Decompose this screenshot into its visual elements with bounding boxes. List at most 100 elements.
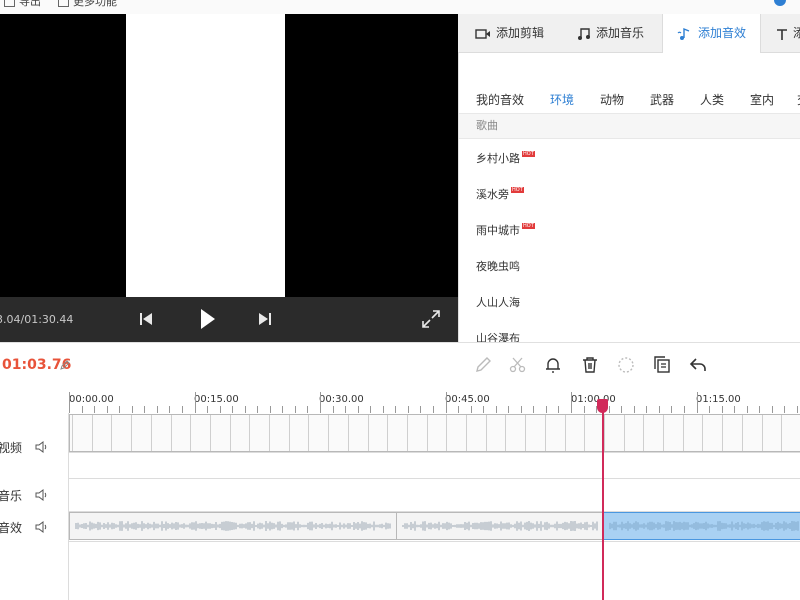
video-volume-button[interactable] [35,441,49,456]
ruler-tick [269,406,271,413]
video-track[interactable] [69,413,800,453]
time-ruler[interactable]: 00:00.00 00:15.00 00:30.00 00:45.00 01:0… [0,388,800,414]
undo-button[interactable] [689,356,707,377]
sound-effect-icon [677,27,690,40]
category-environment[interactable]: 环境 [550,91,574,108]
ruler-tick [709,406,711,413]
speaker-icon [35,441,47,453]
edit-time-button[interactable] [60,359,70,373]
ruler-tick [646,406,648,413]
category-human[interactable]: 人类 [700,91,724,108]
timeline-tracks[interactable] [69,413,800,600]
previous-frame-button[interactable] [139,311,153,330]
thumbnail-divider [426,415,428,451]
thumbnail-divider [131,415,133,451]
ruler-tick [508,406,510,413]
ruler-tick [81,406,83,413]
thumbnail-divider [367,415,369,451]
play-button[interactable] [199,308,217,333]
tab-add-music[interactable]: 添加音乐 [577,14,644,52]
sfx-clip[interactable] [69,512,397,540]
ruler-tick [106,406,108,413]
sfx-track[interactable] [69,511,800,542]
ruler-tick [671,406,673,413]
ruler-tick [558,406,560,413]
cut-button[interactable] [509,356,527,377]
list-item[interactable]: 雨中城市 HOT [476,222,535,238]
sfx-clip[interactable] [396,512,604,540]
ruler-tick [181,406,183,413]
marker-button[interactable] [544,356,562,377]
ruler-label: 00:30.00 [319,394,364,405]
thumbnail-divider [643,415,645,451]
category-animals[interactable]: 动物 [600,91,624,108]
thumbnail-divider [485,415,487,451]
music-track[interactable] [69,478,800,512]
speaker-icon [35,521,47,533]
ruler-tick [633,406,635,413]
sfx-volume-button[interactable] [35,521,49,536]
skip-back-icon [140,313,152,325]
list-item[interactable]: 人山人海 [476,294,520,310]
crop-button[interactable] [617,356,635,377]
ruler-tick [156,406,158,413]
notification-dot[interactable] [774,0,786,6]
list-item[interactable]: 乡村小路 HOT [476,150,535,166]
ruler-tick [608,406,610,413]
thumbnail-divider [564,415,566,451]
copy-button[interactable] [653,356,671,377]
thumbnail-divider [288,415,290,451]
ruler-tick [207,406,209,413]
track-label-video: 视频 [0,441,23,455]
ruler-tick [194,392,196,413]
thumbnail-divider [269,415,270,451]
export-menu[interactable]: 导出 [4,0,41,9]
ruler-tick [734,406,736,413]
ruler-tick [119,406,121,413]
video-clip[interactable] [69,414,800,452]
tab-add-text[interactable]: 添 [776,14,800,52]
player-timecode: 3.04/01:30.44 [0,313,74,326]
copy-icon [654,356,670,373]
list-item[interactable]: 山谷瀑布 [476,330,520,342]
next-frame-button[interactable] [258,311,272,330]
ruler-tick [332,406,334,413]
ruler-tick [345,406,347,413]
ruler-label: 01:00.00 [571,394,616,405]
thumbnail-divider [446,415,448,451]
tab-add-sound-effect[interactable]: 添加音效 [662,14,762,53]
thumbnail-divider [72,415,73,451]
category-my-effects[interactable]: 我的音效 [476,91,524,108]
ruler-tick [282,406,284,413]
thumbnail-divider [111,415,113,451]
export-icon [4,0,15,7]
top-menu-strip: 导出 更多功能 [0,0,800,15]
thumbnail-divider [209,415,211,451]
ruler-tick [470,406,472,413]
delete-button[interactable] [581,356,599,377]
playhead-handle[interactable] [597,399,608,413]
ruler-tick [432,406,434,413]
fullscreen-button[interactable] [422,310,440,331]
ruler-tick [407,406,409,413]
pencil-button[interactable] [474,356,492,377]
tab-add-clip[interactable]: 添加剪辑 [475,14,544,52]
ruler-tick [232,406,234,413]
list-item[interactable]: 溪水旁 HOT [476,186,524,202]
video-preview[interactable] [0,14,458,297]
waveform [402,521,598,531]
more-menu[interactable]: 更多功能 [58,0,117,9]
sfx-clip-selected[interactable] [603,512,800,540]
category-weapons[interactable]: 武器 [650,91,674,108]
ruler-tick [69,392,70,413]
category-indoor[interactable]: 室内 [750,91,774,108]
ruler-tick [219,406,221,413]
ruler-tick [483,406,485,413]
video-frame [126,14,285,297]
ruler-tick [533,406,535,413]
thumbnail-divider [91,415,93,451]
music-volume-button[interactable] [35,489,49,504]
ruler-tick [294,406,296,413]
video-camera-icon [475,28,490,39]
list-item[interactable]: 夜晚虫鸣 [476,258,520,274]
